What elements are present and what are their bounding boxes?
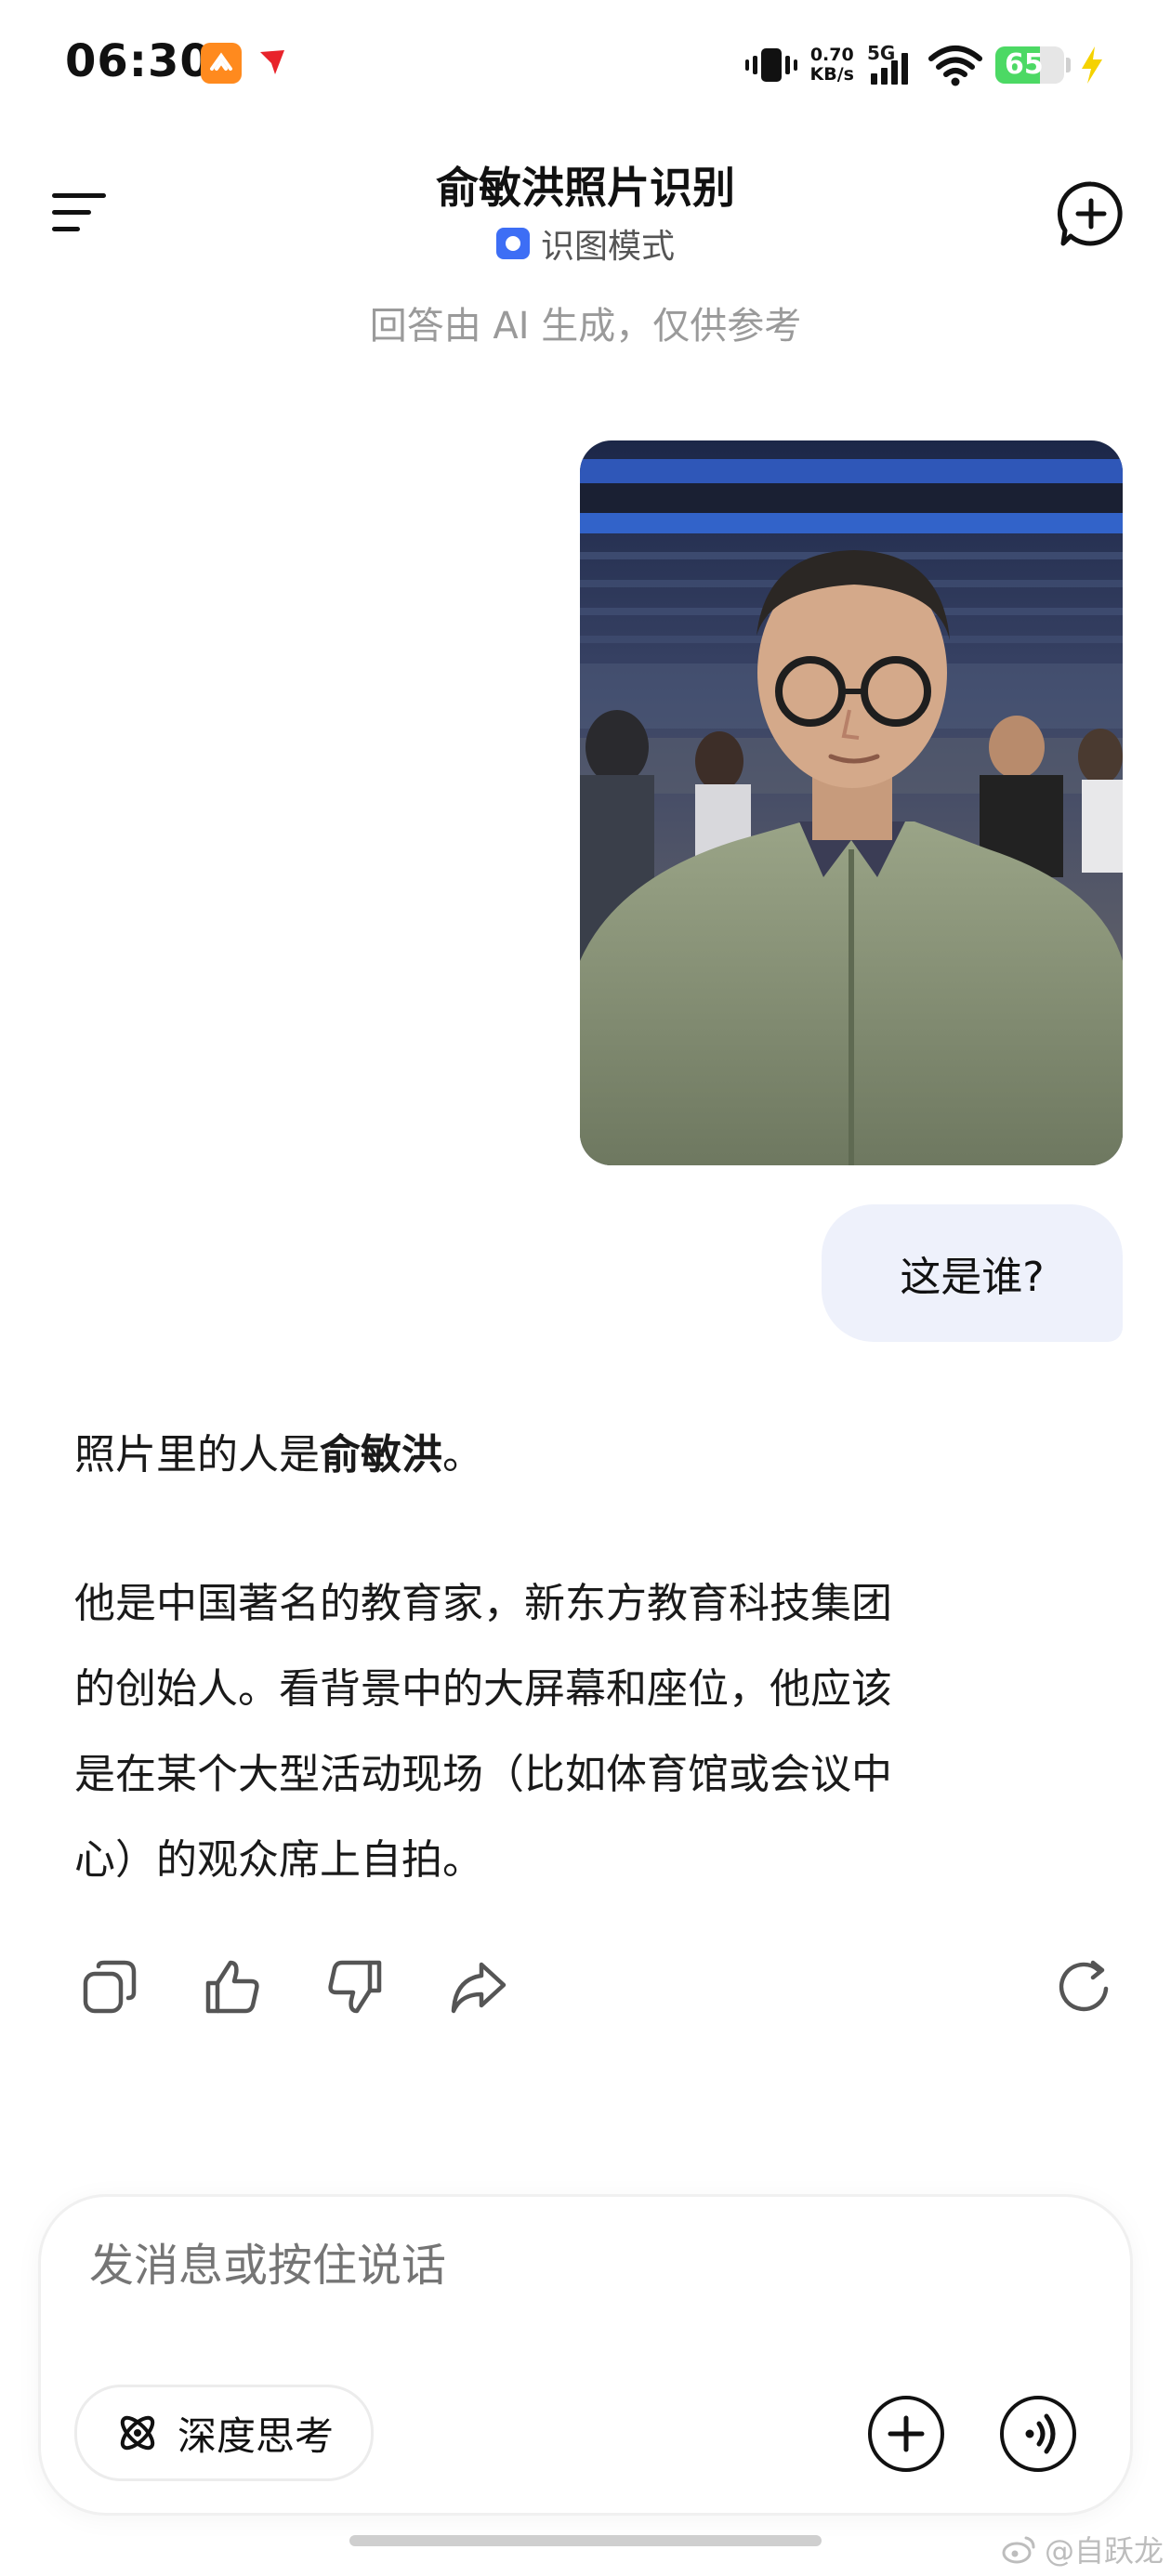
like-button[interactable] bbox=[203, 1957, 262, 2017]
thumbs-up-icon bbox=[205, 1960, 259, 2014]
answer-paragraph-1: 照片里的人是俞敏洪。 bbox=[74, 1426, 483, 1485]
message-input[interactable] bbox=[89, 2240, 926, 2292]
user-message-bubble[interactable]: 这是谁? bbox=[822, 1204, 1123, 1342]
wifi-icon bbox=[928, 46, 982, 86]
plus-icon bbox=[888, 2415, 925, 2452]
status-indicators: 0.70 KB/s 5G 65 bbox=[744, 37, 1106, 93]
share-icon bbox=[451, 1962, 507, 2014]
copy-icon bbox=[83, 1960, 137, 2014]
answer-line: 他是中国著名的教育家，新东方教育科技集团 bbox=[74, 1580, 892, 1627]
uploaded-photo[interactable] bbox=[580, 440, 1123, 1165]
answer-name: 俞敏洪 bbox=[320, 1431, 442, 1479]
page-title: 俞敏洪照片识别 bbox=[436, 163, 735, 213]
voice-button[interactable] bbox=[1000, 2396, 1076, 2472]
attach-button[interactable] bbox=[868, 2396, 944, 2472]
answer-line: 是在某个大型活动现场（比如体育馆或会议中 bbox=[74, 1751, 892, 1798]
network-speed-unit: KB/s bbox=[809, 64, 854, 85]
voice-wave-icon bbox=[1025, 2413, 1056, 2454]
new-chat-icon bbox=[1057, 181, 1123, 246]
status-time: 06:30 bbox=[65, 35, 212, 87]
home-indicator[interactable] bbox=[349, 2535, 822, 2546]
notification-arrow-icon bbox=[257, 46, 288, 82]
signal-bars-icon bbox=[871, 53, 908, 85]
thumbs-down-icon bbox=[328, 1960, 382, 2014]
atom-icon bbox=[120, 2415, 155, 2451]
share-button[interactable] bbox=[448, 1957, 507, 2017]
weibo-icon bbox=[1002, 2536, 1035, 2564]
mode-label: 识图模式 bbox=[540, 228, 675, 266]
copy-button[interactable] bbox=[80, 1957, 139, 2017]
battery-indicator: 65 bbox=[995, 46, 1064, 84]
mode-indicator[interactable]: 识图模式 bbox=[0, 219, 1171, 268]
regenerate-icon bbox=[1059, 1960, 1109, 2012]
answer-line: 的创始人。看背景中的大屏幕和座位，他应该 bbox=[74, 1665, 892, 1713]
notification-app-icon bbox=[201, 43, 242, 84]
charging-bolt-icon bbox=[1082, 46, 1102, 84]
network-speed-value: 0.70 bbox=[809, 45, 854, 65]
network-speed: 0.70 KB/s bbox=[810, 46, 854, 85]
answer-prefix: 照片里的人是 bbox=[74, 1431, 320, 1479]
ai-disclaimer: 回答由 AI 生成，仅供参考 bbox=[369, 305, 802, 348]
image-mode-icon bbox=[495, 228, 530, 259]
watermark-text: @自跃龙 bbox=[1045, 2533, 1164, 2569]
watermark: @自跃龙 bbox=[1002, 2528, 1164, 2570]
selfie-image bbox=[580, 440, 1123, 1165]
user-message-text: 这是谁? bbox=[900, 1254, 1045, 1301]
dislike-button[interactable] bbox=[325, 1957, 385, 2017]
battery-level: 65 bbox=[1005, 48, 1044, 81]
answer-line: 心）的观众席上自拍。 bbox=[74, 1836, 483, 1884]
answer-suffix: 。 bbox=[442, 1431, 483, 1479]
answer-paragraph-2: 他是中国著名的教育家，新东方教育科技集团 的创始人。看背景中的大屏幕和座位，他应… bbox=[74, 1561, 1106, 1903]
deep-think-label: 深度思考 bbox=[178, 2412, 335, 2459]
battery-cap bbox=[1066, 58, 1071, 72]
cellular-signal: 5G bbox=[867, 42, 915, 88]
regenerate-button[interactable] bbox=[1056, 1957, 1115, 2017]
deep-think-button[interactable]: 深度思考 bbox=[74, 2385, 375, 2481]
new-chat-button[interactable] bbox=[1056, 178, 1126, 249]
vibrate-icon bbox=[744, 48, 797, 82]
